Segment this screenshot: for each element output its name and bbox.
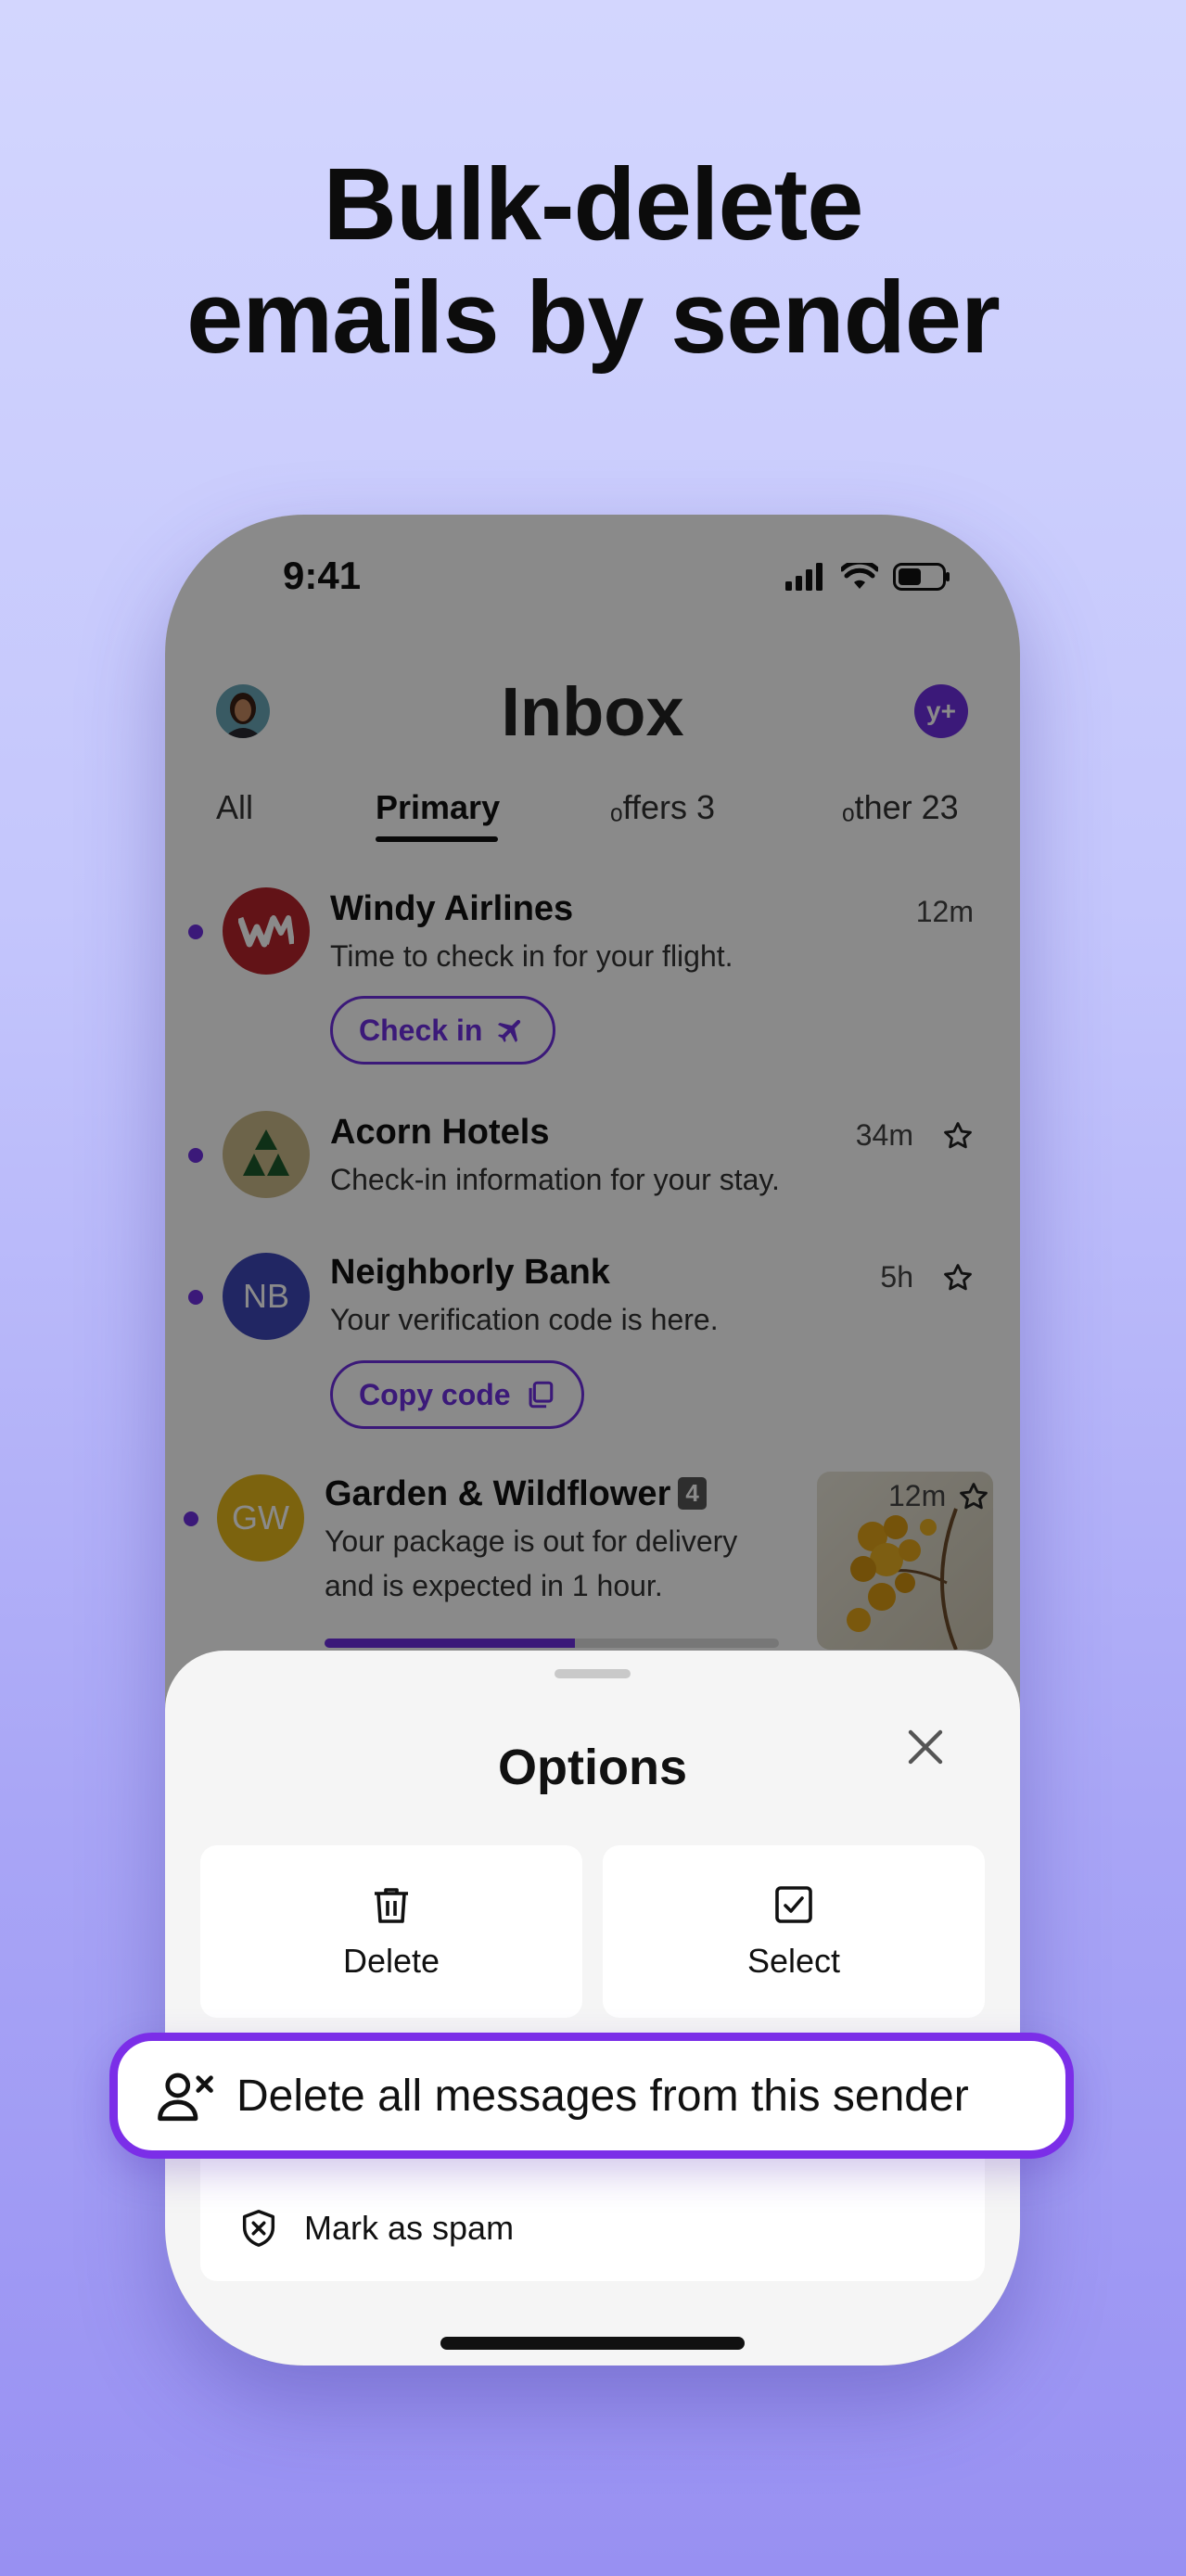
- sheet-grabber[interactable]: [555, 1669, 631, 1678]
- delete-all-from-sender-label: Delete all messages from this sender: [236, 2071, 969, 2121]
- mark-as-spam-label: Mark as spam: [304, 2209, 515, 2247]
- headline-line-1: Bulk-delete: [323, 147, 864, 261]
- delete-button[interactable]: Delete: [200, 1845, 582, 2018]
- checkbox-icon: [775, 1886, 812, 1923]
- close-icon[interactable]: [903, 1725, 948, 1769]
- home-indicator: [440, 2337, 745, 2350]
- headline-line-2: emails by sender: [186, 261, 1001, 375]
- delete-label: Delete: [342, 1942, 440, 1980]
- options-title: Options: [498, 1740, 687, 1795]
- trash-icon: [375, 1888, 408, 1923]
- mark-as-spam-item[interactable]: Mark as spam: [237, 2207, 514, 2250]
- headline: Bulk-delete emails by sender: [0, 148, 1186, 375]
- delete-all-from-sender-item[interactable]: Delete all messages from this sender: [109, 2033, 1074, 2159]
- select-button[interactable]: Select: [603, 1845, 985, 2018]
- shield-x-icon: [242, 2210, 275, 2247]
- options-sheet: Options Delete Select Mark as spam: [165, 1651, 1020, 2366]
- select-label: Select: [746, 1942, 841, 1980]
- remove-user-icon: [158, 2072, 213, 2122]
